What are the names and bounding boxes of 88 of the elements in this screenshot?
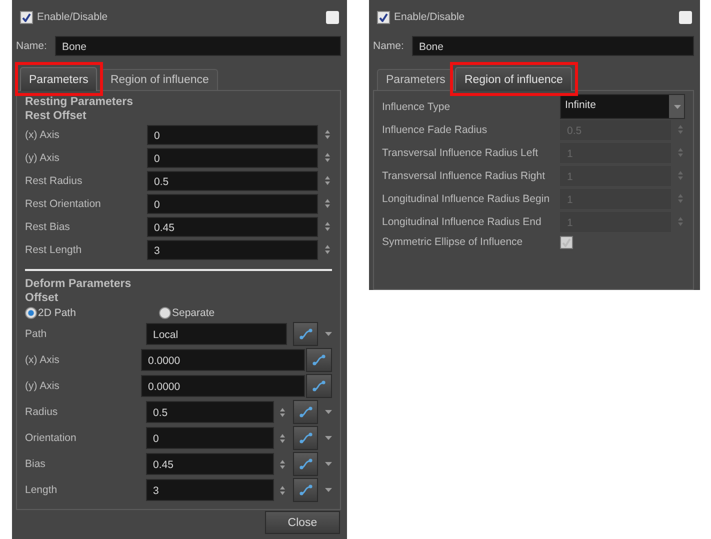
field-label: Transversal Influence Radius Left [382,146,540,158]
curve-icon [298,432,312,444]
checkbox-label: Enable/Disable [394,11,465,23]
caret-icon[interactable] [674,104,680,108]
value-field[interactable]: 0.0000 [141,349,305,371]
function-button[interactable] [293,426,318,450]
radio-label: Separate [172,307,215,319]
curve-icon [312,380,326,392]
name-field[interactable]: Bone [412,36,694,56]
curve-icon [298,406,312,418]
spin-arrows-icon[interactable] [280,486,285,494]
curve-icon [298,458,312,470]
radio-label: 2D Path [38,307,76,319]
value-field[interactable]: 0 [146,427,274,449]
checkbox[interactable] [20,10,33,24]
number-field[interactable]: 0.5 [147,170,318,190]
function-button[interactable] [293,400,318,424]
field-label: Orientation [25,432,78,444]
spin-arrows-icon[interactable] [325,130,330,139]
value-field[interactable]: 3 [146,479,274,501]
section-heading: Deform Parameters [25,277,132,291]
caret-icon[interactable] [325,436,332,440]
spin-arrows-icon[interactable] [280,434,285,442]
field-label: Rest Bias [25,220,71,232]
field-label: (y) Axis [25,380,60,392]
field-label: Bias [25,458,46,470]
function-button[interactable] [306,374,332,398]
number-field[interactable]: 0 [147,124,318,144]
function-button[interactable] [293,452,318,476]
dropdown[interactable]: Infinite [560,94,685,119]
value-field[interactable]: 0.0000 [141,375,305,397]
close-button[interactable]: Close [265,511,340,534]
section-heading: Resting Parameters [25,95,134,109]
value-field[interactable]: Local [146,323,287,345]
number-field[interactable]: 0 [147,148,318,168]
value-field[interactable]: 0.45 [146,453,274,475]
name-label: Name: [373,40,404,52]
field-label: (x) Axis [25,128,60,140]
spin-arrows-icon[interactable] [325,153,330,162]
tab[interactable]: Region of influence [101,69,218,90]
number-field[interactable]: 3 [147,240,318,260]
caret-icon[interactable] [325,488,332,492]
field-label: Transversal Influence Radius Right [382,170,546,182]
function-button[interactable] [293,478,318,502]
spin-arrows-icon[interactable] [280,460,285,468]
checkbox-label: Enable/Disable [37,11,108,23]
caret-icon[interactable] [325,462,332,466]
spin-arrows-icon[interactable] [325,222,330,231]
dropdown-value: Infinite [564,98,597,113]
curve-icon [298,484,312,496]
checkbox[interactable] [377,10,390,24]
field-label: Longitudinal Influence Radius End [382,216,542,228]
field-label: Rest Orientation [25,198,102,210]
field-label: Path [25,328,48,340]
radio-button[interactable] [25,307,37,319]
field-label: Rest Length [25,244,83,256]
spin-arrows-icon[interactable] [325,245,330,254]
section-heading: Rest Offset [25,109,88,123]
name-field[interactable]: Bone [54,36,341,56]
value-field[interactable]: 0.5 [146,401,274,423]
tab[interactable]: Region of influence [455,67,572,91]
color-swatch[interactable] [326,10,339,24]
spin-arrows-icon[interactable] [280,408,285,416]
tab[interactable]: Parameters [20,67,98,91]
checkbox-label: Symmetric Ellipse of Influence [382,236,524,248]
field-label: Influence Type [382,100,452,112]
field-label: Length [25,484,58,496]
name-label: Name: [16,40,47,52]
spin-arrows-icon[interactable] [325,176,330,185]
field-label: (y) Axis [25,152,60,164]
section-heading: Offset [25,291,60,305]
color-swatch[interactable] [679,10,692,24]
number-field[interactable]: 0 [147,194,318,214]
field-label: Influence Fade Radius [382,124,488,136]
caret-icon[interactable] [325,410,332,414]
function-button[interactable] [306,348,332,372]
field-label: Rest Radius [25,174,84,186]
field-label: (x) Axis [25,354,60,366]
number-field[interactable]: 0.45 [147,216,318,236]
function-button[interactable] [293,322,318,346]
spin-arrows-icon[interactable] [325,199,330,208]
caret-icon[interactable] [325,332,332,336]
field-label: Longitudinal Influence Radius Begin [382,192,551,204]
radio-button[interactable] [159,307,171,319]
field-label: Radius [25,406,59,418]
curve-icon [312,354,326,366]
tab[interactable]: Parameters [377,69,454,90]
curve-icon [298,328,312,340]
